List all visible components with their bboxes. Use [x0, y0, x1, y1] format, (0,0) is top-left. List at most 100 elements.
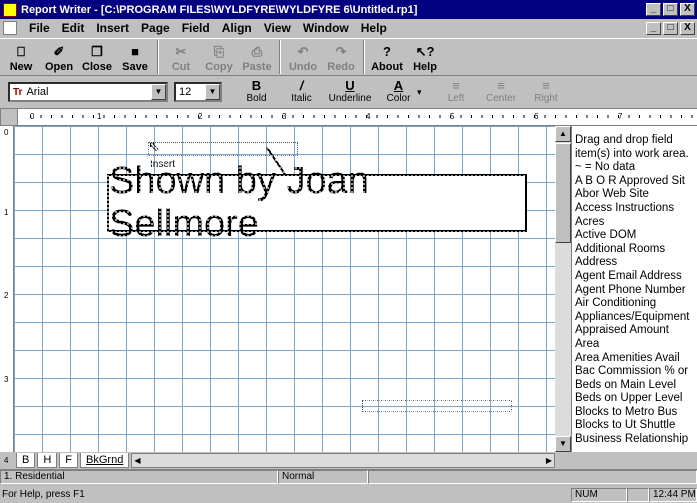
new-icon: ⎕ — [17, 44, 25, 59]
color-icon: A — [393, 78, 404, 93]
scroll-down-icon[interactable]: ▼ — [555, 436, 571, 452]
vruler-mark: 3 — [4, 375, 9, 384]
doc-close-button[interactable]: X — [680, 21, 695, 35]
banner-textbox[interactable]: Shown by Joan Sellmore — [107, 160, 527, 245]
field-item[interactable]: Bac Commission % or — [575, 365, 697, 379]
chevron-down-icon[interactable]: ▼ — [151, 84, 166, 100]
field-item[interactable]: Abor Web Site — [575, 188, 697, 202]
help-button[interactable]: ↖? Help — [406, 39, 444, 75]
field-item[interactable]: Appraised Amount — [575, 324, 697, 338]
align-right-icon: ≡ — [542, 78, 550, 93]
redo-button[interactable]: ↷ Redo — [322, 39, 360, 75]
new-label: New — [9, 61, 33, 73]
field-item[interactable]: Active DOM — [575, 229, 697, 243]
title-bar: Report Writer - [C:\PROGRAM FILES\WYLDFY… — [0, 0, 697, 19]
italic-icon: / — [299, 78, 304, 93]
underline-button[interactable]: U Underline — [324, 78, 376, 106]
doc-minimize-button[interactable]: _ — [646, 21, 661, 35]
scroll-left-icon[interactable]: ◀ — [132, 454, 142, 467]
field-item[interactable]: Blocks to Ut Shuttle — [575, 419, 697, 433]
menu-bar: File Edit Insert Page Field Align View W… — [0, 19, 697, 37]
doc-restore-button[interactable]: □ — [663, 21, 678, 35]
field-item[interactable]: Beds on Main Level — [575, 379, 697, 393]
menu-edit[interactable]: Edit — [56, 21, 91, 35]
vruler-mark: 2 — [4, 291, 9, 300]
field-item[interactable]: Acres — [575, 216, 697, 230]
copy-button[interactable]: ⎘ Copy — [200, 39, 238, 75]
field-item[interactable]: Additional Rooms — [575, 243, 697, 257]
field-item[interactable]: Agent Phone Number — [575, 284, 697, 298]
vruler-mark: 4 — [4, 456, 9, 465]
italic-button[interactable]: / Italic — [279, 78, 324, 106]
horizontal-scrollbar[interactable]: ◀ ▶ — [131, 452, 555, 468]
cursor-arrow-icon: ⇖ — [148, 138, 160, 154]
align-center-button[interactable]: ≡ Center — [479, 78, 524, 106]
menu-page[interactable]: Page — [135, 21, 176, 35]
align-left-button[interactable]: ≡ Left — [434, 78, 479, 106]
field-placeholder-box[interactable] — [362, 400, 512, 412]
minimize-button[interactable]: _ — [646, 3, 661, 16]
field-item[interactable]: Blocks to Metro Bus — [575, 406, 697, 420]
menu-field[interactable]: Field — [176, 21, 216, 35]
panel-intro: item(s) into work area. — [575, 147, 689, 160]
save-button[interactable]: ■ Save — [116, 39, 154, 75]
open-button[interactable]: ✐ Open — [40, 39, 78, 75]
menu-view[interactable]: View — [258, 21, 297, 35]
scroll-up-icon[interactable]: ▲ — [555, 126, 571, 142]
font-size-select[interactable]: 12 ▼ — [174, 82, 222, 102]
vruler-mark: 0 — [4, 128, 9, 137]
bold-button[interactable]: B Bold — [234, 78, 279, 106]
field-item[interactable]: Air Conditioning — [575, 297, 697, 311]
menu-help[interactable]: Help — [355, 21, 393, 35]
menu-file[interactable]: File — [23, 21, 56, 35]
work-area[interactable]: ⇖ Insert ▼ Shown by Joan Sellmore — [14, 126, 555, 452]
ruler-corner — [0, 108, 18, 126]
field-item[interactable]: Beds on Upper Level — [575, 392, 697, 406]
field-item[interactable]: Area — [575, 338, 697, 352]
field-item[interactable]: Address — [575, 256, 697, 270]
font-type-icon: Tr — [13, 86, 23, 98]
cut-label: Cut — [171, 61, 191, 73]
panel-intro: Drag and drop field — [575, 134, 673, 146]
italic-label: Italic — [291, 93, 312, 104]
chevron-down-icon[interactable]: ▼ — [205, 84, 220, 100]
undo-button[interactable]: ↶ Undo — [284, 39, 322, 75]
underline-label: Underline — [328, 93, 372, 104]
app-icon[interactable] — [3, 2, 17, 17]
paste-button[interactable]: ⎙ Paste — [238, 39, 276, 75]
tab-body[interactable]: B — [16, 452, 36, 468]
field-item[interactable]: Business Relationship — [575, 433, 697, 447]
insert-field-box[interactable] — [148, 142, 298, 156]
menu-insert[interactable]: Insert — [90, 21, 135, 35]
field-item[interactable]: Agent Email Address — [575, 270, 697, 284]
color-button[interactable]: A Color — [376, 78, 421, 106]
tab-header[interactable]: H — [37, 452, 58, 468]
color-dropdown-icon[interactable]: ▾ — [417, 87, 422, 98]
font-select[interactable]: Tr Arial ▼ — [8, 82, 168, 102]
maximize-button[interactable]: □ — [663, 3, 678, 16]
document-icon[interactable] — [3, 21, 17, 35]
field-item[interactable]: Access Instructions — [575, 202, 697, 216]
field-item[interactable]: Area Amenities Avail — [575, 352, 697, 366]
window-title: Report Writer - [C:\PROGRAM FILES\WYLDFY… — [21, 3, 418, 16]
tab-footer[interactable]: F — [59, 452, 79, 468]
field-item[interactable]: Appliances/Equipment — [575, 311, 697, 325]
scroll-thumb[interactable] — [555, 143, 571, 243]
field-list-panel[interactable]: Drag and drop field item(s) into work ar… — [571, 126, 697, 452]
scroll-right-icon[interactable]: ▶ — [544, 454, 554, 467]
paste-icon: ⎙ — [251, 44, 263, 59]
menu-align[interactable]: Align — [216, 21, 258, 35]
format-toolbar: Tr Arial ▼ 12 ▼ B Bold / Italic U Underline… — [0, 77, 697, 107]
field-item[interactable]: A B O R Approved Sit — [575, 175, 697, 189]
menu-window[interactable]: Window — [297, 21, 355, 35]
align-right-button[interactable]: ≡ Right — [524, 78, 569, 106]
close-file-icon: ❐ — [91, 44, 103, 59]
cut-button[interactable]: ✂ Cut — [162, 39, 200, 75]
new-button[interactable]: ⎕ New — [2, 39, 40, 75]
tab-background[interactable]: BkGrnd — [80, 452, 130, 468]
vertical-scrollbar[interactable]: ▲ ▼ — [555, 126, 571, 452]
undo-icon: ↶ — [297, 44, 309, 59]
about-button[interactable]: ? About — [368, 39, 406, 75]
close-button[interactable]: X — [680, 3, 695, 16]
close-file-button[interactable]: ❐ Close — [78, 39, 116, 75]
